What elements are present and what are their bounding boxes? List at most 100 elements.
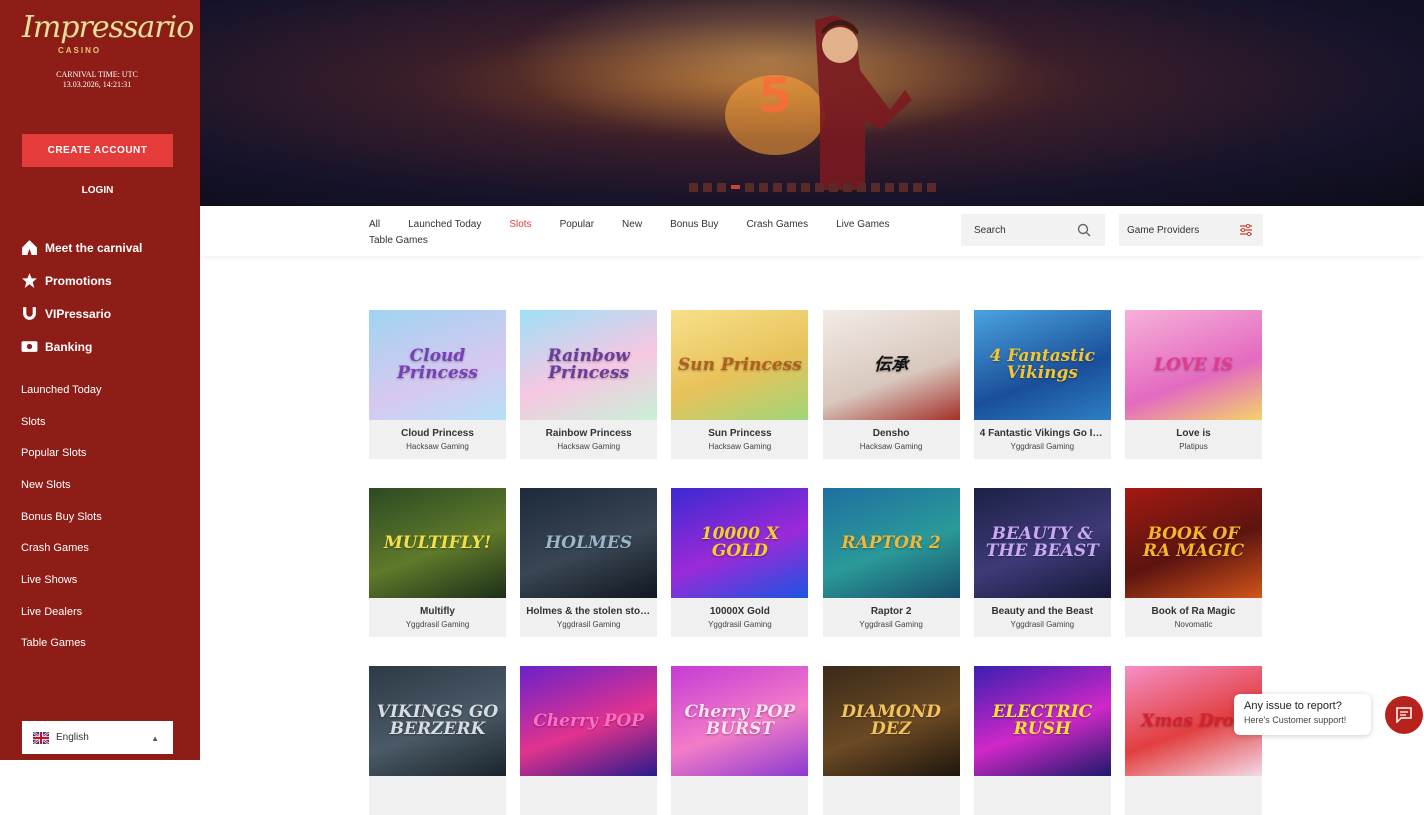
banner-dot[interactable] <box>689 183 698 192</box>
banner-dot[interactable] <box>745 183 754 192</box>
game-thumbnail[interactable]: 伝承 <box>822 310 960 420</box>
game-thumbnail-title: 10000 X GOLD <box>700 524 780 561</box>
game-thumbnail[interactable]: BOOK OF RA MAGIC <box>1125 488 1262 598</box>
game-name: Multifly <box>420 606 455 617</box>
game-thumbnail[interactable]: 10000 X GOLD <box>671 488 809 598</box>
support-bubble[interactable]: Any issue to report? Here's Customer sup… <box>1234 694 1371 735</box>
game-thumbnail-title: BEAUTY & THE BEAST <box>985 524 1099 561</box>
tab-popular[interactable]: Popular <box>560 219 594 230</box>
category-tabs: All Launched Today Slots Popular New Bonus Bu… <box>369 216 917 248</box>
game-thumbnail-title: Sun Princess <box>678 354 802 375</box>
game-provider: Yggdrasil Gaming <box>1010 620 1075 629</box>
game-card[interactable]: Xmas Drop <box>1125 666 1262 815</box>
game-thumbnail-title: Cherry POP <box>533 710 645 731</box>
sub-nav-live-shows[interactable]: Live Shows <box>21 564 102 596</box>
sub-nav-popular-slots[interactable]: Popular Slots <box>21 437 102 469</box>
tab-launched-today[interactable]: Launched Today <box>408 219 481 230</box>
game-card[interactable]: BEAUTY & THE BEAST Beauty and the Beast Yg… <box>973 488 1111 637</box>
sub-nav-bonus-buy-slots[interactable]: Bonus Buy Slots <box>21 501 102 533</box>
game-card[interactable]: 10000 X GOLD 10000X Gold Yggdrasil Gaming <box>671 488 809 637</box>
game-card[interactable]: BOOK OF RA MAGIC Book of Ra Magic Novomati… <box>1125 488 1262 637</box>
banner-dot[interactable] <box>731 185 740 189</box>
game-thumbnail[interactable]: HOLMES <box>520 488 658 598</box>
banner-dot[interactable] <box>759 183 768 192</box>
game-card[interactable]: LOVE IS Love is Platipus <box>1125 310 1262 459</box>
banner-dot[interactable] <box>787 183 796 192</box>
game-provider: Hacksaw Gaming <box>859 442 923 451</box>
tab-table-games[interactable]: Table Games <box>369 235 428 246</box>
sub-nav-slots[interactable]: Slots <box>21 406 102 438</box>
sub-nav-launched-today[interactable]: Launched Today <box>21 374 102 406</box>
game-card[interactable]: Rainbow Princess Rainbow Princess Hacksaw … <box>520 310 658 459</box>
banner-dot[interactable] <box>801 183 810 192</box>
tab-new[interactable]: New <box>622 219 642 230</box>
create-account-button[interactable]: CREATE ACCOUNT <box>22 134 173 167</box>
login-button[interactable]: LOGIN <box>22 180 173 200</box>
nav-item-banking[interactable]: Banking <box>21 330 142 363</box>
promo-banner[interactable]: 5 <box>200 0 1424 206</box>
banner-dot[interactable] <box>843 183 852 192</box>
sub-nav-crash-games[interactable]: Crash Games <box>21 532 102 564</box>
banner-dot[interactable] <box>913 183 922 192</box>
game-thumbnail[interactable]: BEAUTY & THE BEAST <box>973 488 1111 598</box>
game-card[interactable]: Cherry POP <box>520 666 658 815</box>
banner-dot[interactable] <box>857 183 866 192</box>
search-input[interactable]: Search <box>961 214 1105 246</box>
tab-crash-games[interactable]: Crash Games <box>746 219 808 230</box>
tab-slots[interactable]: Slots <box>509 219 531 230</box>
game-thumbnail[interactable]: LOVE IS <box>1125 310 1262 420</box>
game-card[interactable]: 伝承 Densho Hacksaw Gaming <box>822 310 960 459</box>
game-thumbnail-title: Cloud Princess <box>397 346 478 383</box>
chat-button[interactable] <box>1385 696 1423 734</box>
game-thumbnail[interactable]: Rainbow Princess <box>520 310 658 420</box>
banner-dot[interactable] <box>885 183 894 192</box>
game-card[interactable]: Cloud Princess Cloud Princess Hacksaw Gami… <box>369 310 506 459</box>
game-thumbnail[interactable]: Cloud Princess <box>369 310 506 420</box>
game-card[interactable]: 4 Fantastic Vikings 4 Fantastic Vikings G… <box>973 310 1111 459</box>
game-thumbnail-title: DIAMOND DEZ <box>841 702 941 739</box>
tabs-row: All Launched Today Slots Popular New Bonus Bu… <box>369 216 917 232</box>
game-thumbnail[interactable]: RAPTOR 2 <box>822 488 960 598</box>
game-provider: Novomatic <box>1174 620 1213 629</box>
game-card[interactable]: Cherry POP BURST <box>671 666 809 815</box>
game-thumbnail[interactable]: Sun Princess <box>671 310 809 420</box>
game-thumbnail-title: 伝承 <box>874 354 909 375</box>
sub-nav-live-dealers[interactable]: Live Dealers <box>21 596 102 628</box>
nav-item-vipressario[interactable]: VIPressario <box>21 297 142 330</box>
banner-dot[interactable] <box>927 183 936 192</box>
nav-item-promotions[interactable]: Promotions <box>21 264 142 297</box>
game-thumbnail-title: HOLMES <box>545 532 633 553</box>
casino-logo[interactable]: Impressario CASINO <box>22 8 194 58</box>
language-selector[interactable]: English ▲ <box>22 721 173 754</box>
banner-dot[interactable] <box>815 183 824 192</box>
banner-dot[interactable] <box>871 183 880 192</box>
game-providers-dropdown[interactable]: Game Providers <box>1119 214 1263 246</box>
game-card[interactable]: ELECTRIC RUSH <box>973 666 1111 815</box>
tab-bonus-buy[interactable]: Bonus Buy <box>670 219 718 230</box>
tab-all[interactable]: All <box>369 219 380 230</box>
game-card[interactable]: VIKINGS GO BERZERK <box>369 666 506 815</box>
game-thumbnail[interactable]: MULTIFLY! <box>369 488 506 598</box>
providers-label: Game Providers <box>1127 224 1200 236</box>
banner-dot[interactable] <box>717 183 726 192</box>
banner-dot[interactable] <box>773 183 782 192</box>
game-card[interactable]: HOLMES Holmes & the stolen stones Yggdrasi… <box>520 488 658 637</box>
game-card[interactable]: RAPTOR 2 Raptor 2 Yggdrasil Gaming <box>822 488 960 637</box>
tab-live-games[interactable]: Live Games <box>836 219 889 230</box>
game-thumbnail-title: Cherry POP BURST <box>684 702 796 739</box>
nav-item-meet-the-carnival[interactable]: Meet the carnival <box>21 231 142 264</box>
banner-dot[interactable] <box>703 183 712 192</box>
nav-item-label: Meet the carnival <box>45 240 143 255</box>
sidebar: Impressario CASINO CARNIVAL TIME: UTC 13… <box>0 0 200 760</box>
game-thumbnail[interactable]: 4 Fantastic Vikings <box>973 310 1111 420</box>
game-provider: Hacksaw Gaming <box>708 442 772 451</box>
game-card[interactable]: MULTIFLY! Multifly Yggdrasil Gaming <box>369 488 506 637</box>
banner-dot[interactable] <box>899 183 908 192</box>
game-card[interactable]: Sun Princess Sun Princess Hacksaw Gaming <box>671 310 809 459</box>
sub-nav-new-slots[interactable]: New Slots <box>21 469 102 501</box>
main-nav: Meet the carnival Promotions VIPressario… <box>21 231 142 363</box>
sub-nav-table-games[interactable]: Table Games <box>21 628 102 660</box>
game-name: Cloud Princess <box>401 428 474 439</box>
banner-dot[interactable] <box>829 183 838 192</box>
game-card[interactable]: DIAMOND DEZ <box>822 666 960 815</box>
